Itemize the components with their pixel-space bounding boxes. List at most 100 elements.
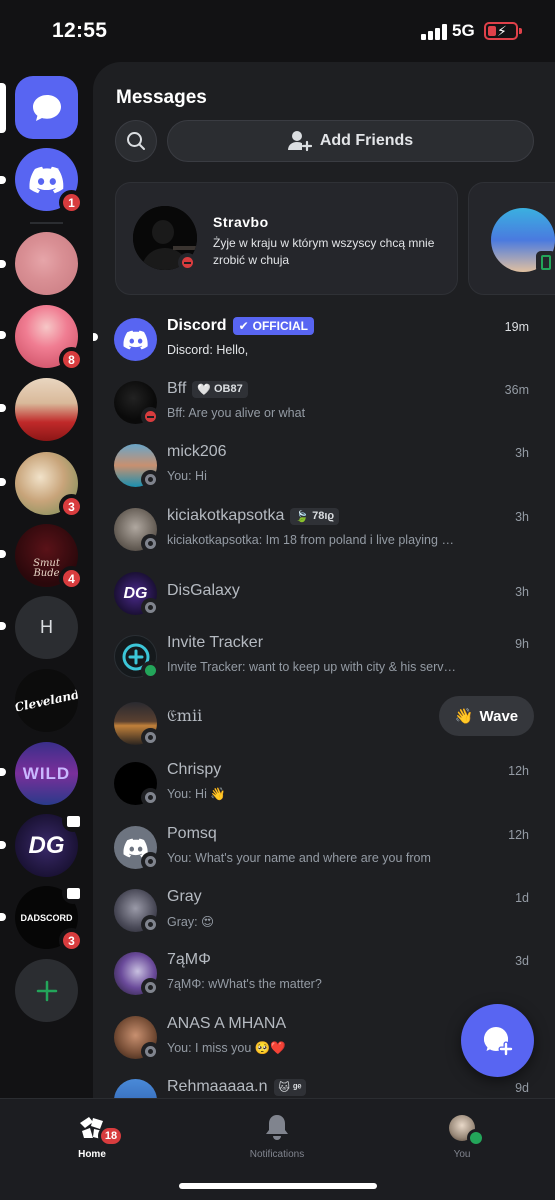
offline-status-icon bbox=[141, 915, 160, 934]
dm-time: 36m bbox=[504, 383, 529, 397]
unread-indicator bbox=[0, 913, 6, 921]
unread-indicator bbox=[0, 260, 6, 268]
dm-name: Bff 🤍 OB87 bbox=[167, 380, 248, 398]
leaf-icon: 🍃 bbox=[295, 510, 310, 523]
server-wild[interactable]: WILD bbox=[15, 742, 78, 805]
online-status-icon bbox=[141, 661, 160, 680]
messages-panel: Messages Add Friends Stravbo Żyje w kraj… bbox=[93, 62, 555, 1098]
server-discord[interactable]: 1 bbox=[15, 148, 84, 215]
signal-icon bbox=[421, 24, 447, 40]
add-friends-label: Add Friends bbox=[319, 132, 414, 149]
friend-activity-card[interactable] bbox=[468, 182, 555, 295]
online-status-icon bbox=[467, 1129, 485, 1147]
dm-row-gray[interactable]: Gray Gray: 😍 1d bbox=[93, 883, 555, 943]
add-friends-button[interactable]: Add Friends bbox=[167, 120, 534, 162]
offline-status-icon bbox=[141, 1042, 160, 1061]
dm-name: Invite Tracker bbox=[167, 634, 264, 651]
unread-indicator bbox=[0, 768, 6, 776]
dm-name: 𝔈mii bbox=[167, 706, 203, 725]
offline-status-icon bbox=[141, 598, 160, 617]
dm-row-pomsq[interactable]: Pomsq You: What's your name and where ar… bbox=[93, 820, 555, 880]
dm-row-invite-tracker[interactable]: Invite Tracker Invite Tracker: want to k… bbox=[93, 629, 555, 689]
dm-row-kiciakotkapsotka[interactable]: kiciakotkapsotka 🍃 78ıϱ kiciakotkapsotka:… bbox=[93, 502, 555, 562]
server-dadscord[interactable]: DADSCORD 3 bbox=[15, 882, 84, 953]
server-smut[interactable]: Smut Bude 4 bbox=[15, 524, 84, 591]
server-cleveland[interactable]: Cleveland bbox=[15, 669, 78, 732]
server-icon bbox=[15, 378, 78, 441]
plus-icon bbox=[36, 980, 57, 1001]
discord-logo-icon bbox=[114, 318, 157, 361]
server-dg[interactable]: DG bbox=[15, 810, 84, 877]
wave-label: Wave bbox=[479, 707, 519, 725]
server-anime-pink-hair[interactable]: 8 bbox=[15, 305, 84, 372]
unread-indicator bbox=[0, 404, 6, 412]
chat-bubble-icon bbox=[15, 76, 78, 139]
add-friend-icon bbox=[287, 131, 312, 152]
clan-tag: 🤍 OB87 bbox=[192, 380, 248, 398]
add-server-button[interactable] bbox=[15, 959, 78, 1022]
dm-preview: kiciakotkapsotka: Im 18 from poland i li… bbox=[167, 533, 459, 547]
tab-home-label: Home bbox=[78, 1149, 106, 1160]
dm-preview: Gray: 😍 bbox=[167, 915, 215, 929]
server-rail: 1 8 3 Smut Bude 4 H Cleveland WILD DG DA… bbox=[0, 62, 93, 1098]
tab-you-label: You bbox=[453, 1149, 471, 1160]
offline-status-icon bbox=[141, 852, 160, 871]
dm-time: 3h bbox=[515, 585, 529, 599]
dm-preview: You: I miss you 🥺❤️ bbox=[167, 1041, 286, 1055]
clan-tag: 🍃 78ıϱ bbox=[290, 507, 340, 525]
dnd-status-icon bbox=[178, 253, 197, 272]
wave-button[interactable]: 👋 Wave bbox=[439, 696, 534, 736]
server-icon-text: DADSCORD bbox=[20, 912, 73, 923]
server-icon: Cleveland bbox=[15, 669, 78, 732]
dm-preview: You: Hi 👋 bbox=[167, 787, 226, 801]
search-icon bbox=[127, 132, 145, 150]
dm-name: DisGalaxy bbox=[167, 582, 240, 599]
battery-icon: ⚡ bbox=[484, 22, 522, 40]
mobile-status-icon bbox=[536, 251, 555, 273]
dm-time: 3h bbox=[515, 446, 529, 460]
rail-divider bbox=[30, 222, 63, 224]
dm-row-discord[interactable]: Discord ✔ OFFICIAL Discord: Hello, 19m bbox=[93, 312, 555, 372]
screen-share-icon bbox=[62, 882, 84, 904]
unread-badge: 4 bbox=[59, 566, 84, 591]
dm-row-mick206[interactable]: mick206 You: Hi 3h bbox=[93, 438, 555, 498]
unread-indicator bbox=[0, 176, 6, 184]
dm-row-bff[interactable]: Bff 🤍 OB87 Bff: Are you alive or what 36m bbox=[93, 375, 555, 435]
server-h[interactable]: H bbox=[15, 596, 78, 659]
unread-indicator bbox=[0, 841, 6, 849]
dm-name: Pomsq bbox=[167, 825, 217, 842]
unread-indicator bbox=[0, 478, 6, 486]
server-red-dress[interactable] bbox=[15, 378, 78, 441]
avatar bbox=[114, 1079, 157, 1098]
status-bar: 12:55 5G ⚡ bbox=[0, 0, 555, 62]
clan-tag-text: OB87 bbox=[213, 383, 243, 395]
new-message-button[interactable] bbox=[461, 1004, 534, 1077]
server-icon: WILD bbox=[15, 742, 78, 805]
dm-time: 3h bbox=[515, 510, 529, 524]
unread-badge: 8 bbox=[59, 347, 84, 372]
unread-badge: 3 bbox=[59, 928, 84, 953]
search-button[interactable] bbox=[115, 120, 157, 162]
tab-notifications-label: Notifications bbox=[249, 1149, 305, 1160]
dm-preview: Invite Tracker: want to keep up with cit… bbox=[167, 660, 459, 674]
dnd-status-icon bbox=[141, 407, 160, 426]
dm-preview: You: Hi bbox=[167, 469, 207, 483]
server-initial: H bbox=[15, 596, 78, 659]
direct-messages-button[interactable] bbox=[15, 76, 78, 139]
heart-icon: 🤍 bbox=[197, 383, 211, 396]
card-custom-status: Żyje w kraju w którym wszyscy chcą mnie … bbox=[213, 236, 435, 267]
dm-row-7amf[interactable]: 7ąMΦ 7ąMΦ: wWhat's the matter? 3d bbox=[93, 946, 555, 1006]
server-pink[interactable] bbox=[15, 232, 78, 295]
server-icon-text: DG bbox=[28, 831, 65, 859]
dm-row-emii[interactable]: 𝔈mii 👋 Wave bbox=[93, 696, 555, 756]
dm-row-disgalaxy[interactable]: DG DisGalaxy 3h bbox=[93, 566, 555, 626]
check-icon: ✔ bbox=[238, 319, 249, 333]
dm-row-chrispy[interactable]: Chrispy You: Hi 👋 12h bbox=[93, 756, 555, 816]
clan-tag: 🐱 ᵍᵉ bbox=[273, 1078, 307, 1096]
dm-row-rehmaaaaa[interactable]: Rehmaaaaa.n 🐱 ᵍᵉ 9d bbox=[93, 1073, 555, 1098]
friend-activity-card[interactable]: Stravbo Żyje w kraju w którym wszyscy ch… bbox=[115, 182, 458, 295]
dm-name: kiciakotkapsotka 🍃 78ıϱ bbox=[167, 507, 340, 525]
server-anime-couple[interactable]: 3 bbox=[15, 452, 84, 519]
unread-indicator bbox=[0, 550, 6, 558]
dm-name: ANAS A MHANA bbox=[167, 1015, 287, 1032]
